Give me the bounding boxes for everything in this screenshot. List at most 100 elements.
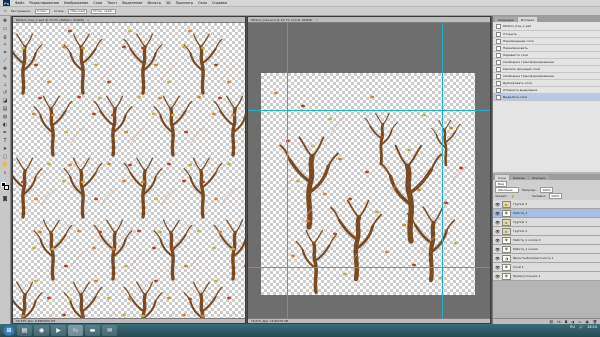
history-step[interactable]: Дублировать слои: [493, 80, 600, 87]
guide-line[interactable]: [248, 267, 490, 268]
layer-row[interactable]: 👁 🌳 Работа_1 копия 3: [493, 236, 600, 245]
hand-tool-icon[interactable]: ✋: [1, 161, 9, 168]
visibility-eye-icon[interactable]: 👁: [495, 265, 500, 270]
clone-stamp-icon[interactable]: ⊥: [1, 81, 9, 88]
fx-icon[interactable]: fx: [557, 320, 560, 324]
fill-input[interactable]: 100%: [549, 193, 562, 199]
path-select-icon[interactable]: ➤: [1, 145, 9, 152]
mask-icon[interactable]: ◘: [565, 320, 568, 324]
history-step[interactable]: Открыть: [493, 31, 600, 38]
layer-row[interactable]: 👁 ◑ Яркость/Контрастность 1: [493, 254, 600, 263]
close-icon[interactable]: ×: [315, 18, 318, 22]
history-snapshot[interactable]: Pattern_tree_1.psd: [493, 22, 600, 31]
tab-paths[interactable]: Контуры: [528, 175, 549, 180]
clock[interactable]: 16:24: [587, 325, 597, 329]
marquee-tool-icon[interactable]: ▭: [1, 25, 9, 32]
adjustment-icon[interactable]: ◑: [571, 320, 574, 324]
shape-tool-icon[interactable]: ▢: [1, 153, 9, 160]
pen-tool-icon[interactable]: ✒: [1, 129, 9, 136]
menu-item-filter[interactable]: Фильтр: [147, 1, 160, 5]
media-player-icon[interactable]: ▶: [51, 325, 66, 336]
gradient-tool-icon[interactable]: ▤: [1, 105, 9, 112]
color-swatch-icon[interactable]: [1, 182, 9, 192]
history-step[interactable]: Свободное трансформирование: [493, 59, 600, 66]
visibility-eye-icon[interactable]: 👁: [495, 238, 500, 243]
history-step[interactable]: Удалить фоновый слой: [493, 66, 600, 73]
menu-item-text[interactable]: Текст: [107, 1, 117, 5]
history-step[interactable]: Перевести слои: [493, 52, 600, 59]
folder-icon[interactable]: ▭: [578, 320, 581, 324]
menu-item-layers[interactable]: Слои: [93, 1, 102, 5]
link-icon[interactable]: ⛓: [549, 320, 553, 324]
close-icon[interactable]: ×: [87, 18, 90, 22]
guide-line[interactable]: [287, 23, 288, 319]
volume-icon[interactable]: 🔊: [579, 325, 583, 329]
pattern-artwork-left: [13, 29, 245, 319]
layer-row[interactable]: 👁 🌳 Прямоугольник 1: [493, 272, 600, 281]
zoom-tool-icon[interactable]: ⌕: [1, 169, 9, 176]
lasso-tool-icon[interactable]: ϱ: [1, 33, 9, 40]
pattern-canvas-left[interactable]: [13, 23, 245, 319]
style-select[interactable]: Обычный: [68, 8, 88, 14]
photoshop-taskbar-icon[interactable]: Ps: [68, 325, 83, 336]
layer-row[interactable]: 👁 ▸ Группа 1: [493, 218, 600, 227]
layer-row[interactable]: 👁 ▸ Группа 2: [493, 227, 600, 236]
history-brush-icon[interactable]: ↺: [1, 89, 9, 96]
menu-item-window[interactable]: Окно: [198, 1, 207, 5]
layer-row[interactable]: 👁 🌳 Работа_1 копия: [493, 245, 600, 254]
guide-line[interactable]: [248, 110, 490, 111]
lock-icon[interactable]: 🔒: [511, 194, 515, 198]
leaf-motif: [182, 45, 186, 49]
menu-item-help[interactable]: Справка: [212, 1, 227, 5]
layer-row[interactable]: 👁 🌳 Слой 1: [493, 263, 600, 272]
browser-icon[interactable]: ◉: [34, 325, 49, 336]
history-step[interactable]: Переименовать: [493, 45, 600, 52]
menu-item-view[interactable]: Просмотр: [176, 1, 193, 5]
marquee-tool-icon[interactable]: ▭: [4, 9, 7, 13]
language-indicator[interactable]: RU: [570, 325, 575, 329]
visibility-eye-icon[interactable]: 👁: [495, 202, 500, 207]
layer-row[interactable]: 👁 ▸ Группа 3: [493, 200, 600, 209]
eraser-tool-icon[interactable]: ◪: [1, 97, 9, 104]
blend-mode-select[interactable]: Обычные: [495, 187, 519, 193]
refine-edge-button[interactable]: Уточн. край...: [91, 8, 117, 14]
blur-tool-icon[interactable]: ◍: [1, 113, 9, 120]
history-step[interactable]: Свободное трансформирование: [493, 73, 600, 80]
history-step[interactable]: Отменить выделение: [493, 87, 600, 94]
explorer-icon[interactable]: ▤: [17, 325, 32, 336]
quick-mask-icon[interactable]: ◙: [1, 195, 9, 202]
start-button-icon[interactable]: ⊞: [3, 325, 15, 336]
menu-item-select[interactable]: Выделение: [122, 1, 142, 5]
history-step[interactable]: Выделить слои: [493, 94, 600, 101]
healing-brush-icon[interactable]: ✚: [1, 65, 9, 72]
dodge-tool-icon[interactable]: ◐: [1, 121, 9, 128]
visibility-eye-icon[interactable]: 👁: [495, 229, 500, 234]
guide-line[interactable]: [442, 23, 443, 319]
tab-channels[interactable]: Каналы: [509, 175, 528, 180]
tab-actions[interactable]: Операции: [495, 17, 517, 22]
history-step[interactable]: Перемещение слоя: [493, 38, 600, 45]
magic-wand-icon[interactable]: ✧: [1, 41, 9, 48]
menu-item-image[interactable]: Изображение: [64, 1, 88, 5]
mail-icon[interactable]: ✉: [102, 325, 117, 336]
brush-tool-icon[interactable]: ✎: [1, 73, 9, 80]
menu-item-edit[interactable]: Редактирование: [29, 1, 59, 5]
menu-item-file[interactable]: Файл: [15, 1, 24, 5]
menu-item-3d[interactable]: 3D: [166, 1, 171, 5]
visibility-eye-icon[interactable]: 👁: [495, 211, 500, 216]
type-tool-icon[interactable]: T: [1, 137, 9, 144]
visibility-eye-icon[interactable]: 👁: [495, 274, 500, 279]
tab-history[interactable]: История: [517, 17, 537, 22]
folder-icon[interactable]: ▬: [85, 325, 100, 336]
new-layer-icon[interactable]: ▣: [585, 320, 588, 324]
tab-layers[interactable]: Слои: [495, 175, 509, 180]
eyedropper-icon[interactable]: ⟋: [1, 57, 9, 64]
trash-icon[interactable]: 🗑: [593, 320, 597, 324]
visibility-eye-icon[interactable]: 👁: [495, 247, 500, 252]
crop-tool-icon[interactable]: ⌗: [1, 49, 9, 56]
visibility-eye-icon[interactable]: 👁: [495, 220, 500, 225]
visibility-eye-icon[interactable]: 👁: [495, 256, 500, 261]
move-tool-icon[interactable]: ✥: [1, 17, 9, 24]
layer-row[interactable]: 👁 🌳 Работа_1: [493, 209, 600, 218]
feather-input[interactable]: 0 пикс.: [34, 8, 50, 14]
